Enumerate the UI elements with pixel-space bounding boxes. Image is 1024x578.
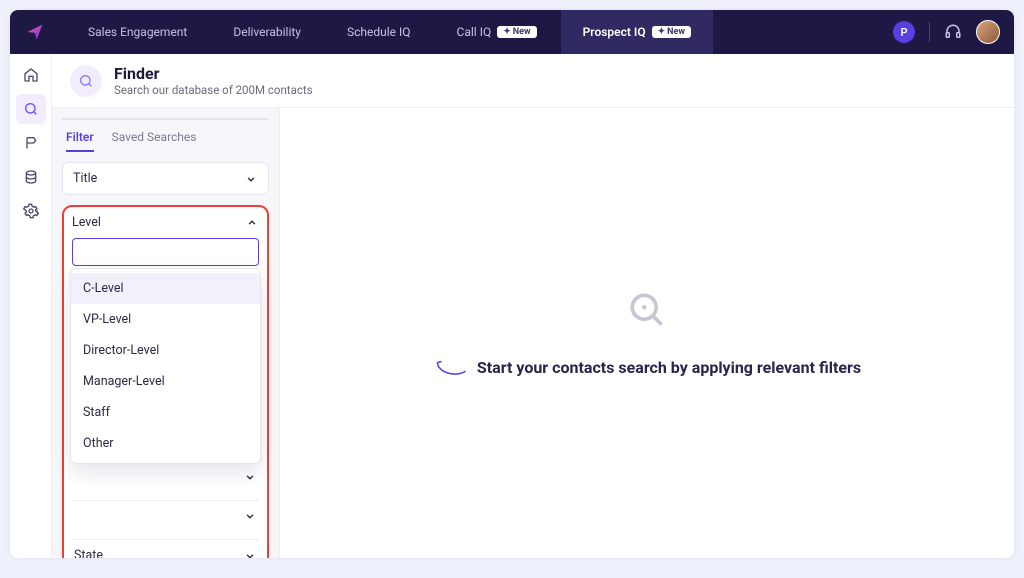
rail-database[interactable] [16, 162, 46, 192]
chevron-down-icon [243, 549, 257, 559]
level-option[interactable]: Staff [71, 397, 260, 428]
page-title: Finder [114, 64, 313, 83]
chevron-up-icon [245, 216, 259, 230]
person-icon [87, 118, 100, 120]
page-subtitle: Search our database of 200M contacts [114, 83, 313, 97]
rail-search[interactable] [16, 94, 46, 124]
filter-sidebar: People Company Filter Saved Searches Tit… [52, 108, 280, 558]
chevron-down-icon [243, 509, 257, 523]
subtabs: Filter Saved Searches [62, 130, 269, 152]
top-nav: Sales Engagement Deliverability Schedule… [10, 10, 1014, 54]
rail-settings[interactable] [16, 196, 46, 226]
level-input[interactable] [72, 238, 259, 266]
chevron-down-icon [244, 172, 258, 186]
chevron-down-icon [243, 470, 257, 484]
level-option[interactable]: VP-Level [71, 304, 260, 335]
entity-toggle: People Company [62, 118, 269, 120]
nav-call-iq[interactable]: Call IQ ✦ New [435, 10, 559, 54]
level-option[interactable]: Manager-Level [71, 366, 260, 397]
page-header: Finder Search our database of 200M conta… [52, 54, 1014, 108]
filter-title[interactable]: Title [62, 162, 269, 195]
building-icon [182, 118, 195, 120]
nav-schedule-iq[interactable]: Schedule IQ [325, 10, 433, 54]
rail-home[interactable] [16, 60, 46, 90]
badge-new: ✦ New [652, 26, 691, 38]
headset-icon[interactable] [944, 23, 962, 41]
subtab-saved[interactable]: Saved Searches [112, 130, 197, 152]
left-rail [10, 54, 52, 558]
filter-level-highlight: Level C-Level VP-Level Director-Level Ma… [62, 205, 269, 558]
search-icon [70, 65, 102, 97]
badge-new: ✦ New [497, 26, 536, 38]
nav-sales-engagement[interactable]: Sales Engagement [66, 10, 209, 54]
filter-level-header[interactable]: Level [72, 215, 259, 230]
nav-deliverability[interactable]: Deliverability [211, 10, 323, 54]
level-option[interactable]: Director-Level [71, 335, 260, 366]
subtab-filter[interactable]: Filter [66, 130, 94, 152]
level-option[interactable]: C-Level [71, 273, 260, 304]
nav-prospect-iq[interactable]: Prospect IQ ✦ New [561, 10, 713, 54]
divider [929, 22, 930, 42]
empty-state-text: Start your contacts search by applying r… [477, 358, 861, 377]
level-option[interactable]: Other [71, 428, 260, 459]
filter-state[interactable]: State [72, 539, 259, 558]
rail-playbooks[interactable] [16, 128, 46, 158]
main-panel: Start your contacts search by applying r… [280, 108, 1014, 558]
curved-arrow-icon [433, 356, 467, 378]
user-initial-bubble[interactable]: P [893, 21, 915, 43]
filter-collapsed-2[interactable] [72, 461, 259, 492]
magnifier-icon [625, 288, 669, 332]
level-dropdown: C-Level VP-Level Director-Level Manager-… [70, 268, 261, 464]
filter-collapsed-3[interactable] [72, 500, 259, 531]
avatar[interactable] [976, 20, 1000, 44]
brand-logo [24, 21, 46, 43]
